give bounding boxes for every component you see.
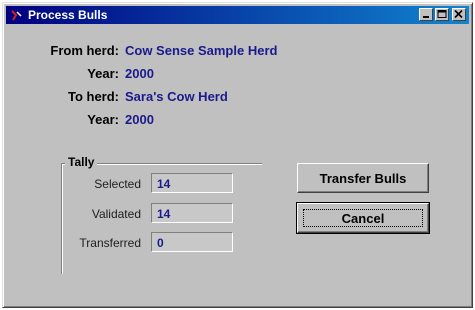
cancel-button[interactable]: Cancel	[296, 202, 430, 234]
maximize-icon	[437, 10, 447, 18]
close-button[interactable]	[452, 8, 466, 21]
maximize-button[interactable]	[435, 8, 449, 21]
transfer-bulls-button[interactable]: Transfer Bulls	[297, 163, 429, 193]
to-herd-label: To herd:	[67, 89, 119, 104]
tally-group-title: Tally	[65, 155, 98, 169]
to-year-label: Year:	[87, 112, 119, 127]
transfer-bulls-label: Transfer Bulls	[319, 170, 407, 186]
close-icon	[454, 10, 463, 19]
window-title: Process Bulls	[28, 8, 108, 22]
cancel-label: Cancel	[341, 210, 385, 226]
selected-count-field: 14	[151, 173, 233, 193]
transferred-label: Transferred	[79, 236, 141, 250]
to-year-value: 2000	[125, 112, 154, 127]
from-year-value: 2000	[125, 66, 154, 81]
transferred-count-field: 0	[151, 232, 233, 252]
app-icon	[10, 8, 24, 22]
process-bulls-window: Process Bulls From herd: Cow Sense Sampl…	[2, 2, 473, 308]
title-bar[interactable]: Process Bulls	[6, 6, 469, 24]
from-herd-label: From herd:	[50, 43, 119, 58]
selected-label: Selected	[94, 177, 141, 191]
from-year-label: Year:	[87, 66, 119, 81]
minimize-button[interactable]	[419, 8, 433, 21]
validated-count-field: 14	[151, 203, 233, 223]
from-herd-value: Cow Sense Sample Herd	[125, 43, 278, 58]
minimize-icon	[423, 16, 429, 18]
validated-label: Validated	[91, 207, 141, 221]
to-herd-value: Sara's Cow Herd	[125, 89, 228, 104]
